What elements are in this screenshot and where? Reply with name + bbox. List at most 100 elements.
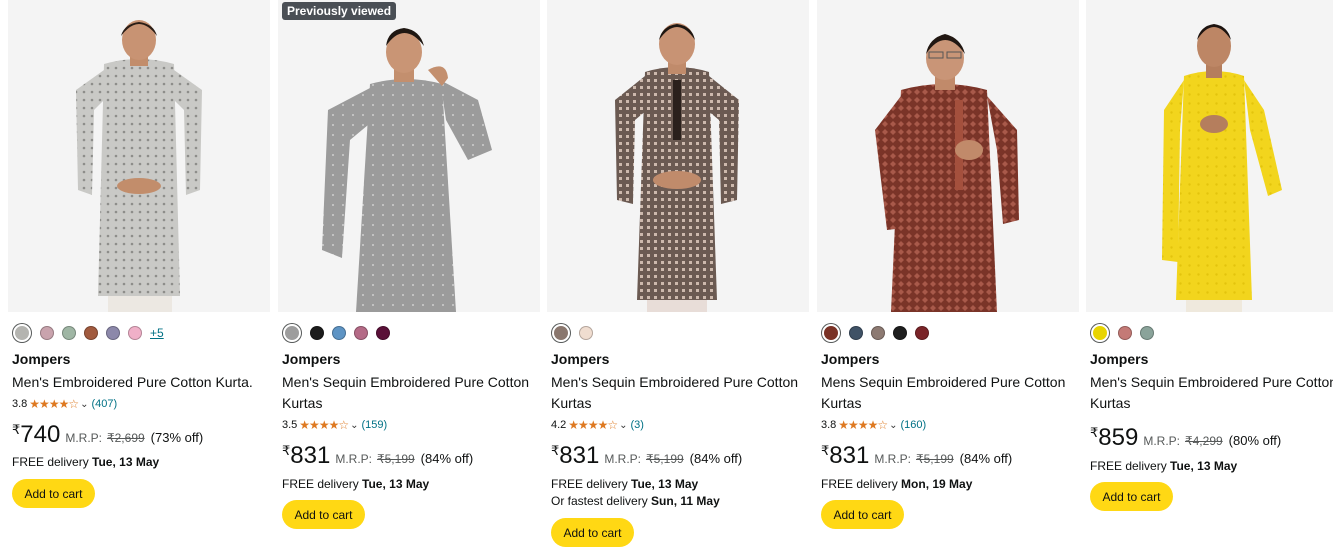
color-swatch[interactable]: [332, 326, 346, 340]
delivery-label: FREE delivery: [821, 477, 898, 491]
rating-count-link[interactable]: (160): [900, 419, 926, 431]
brand-name: Jompers: [551, 351, 610, 367]
rating-row: 3.8 ★★★★☆ ⌄ (407): [12, 397, 117, 411]
color-swatch[interactable]: [579, 326, 593, 340]
product-image-link[interactable]: [1086, 0, 1333, 312]
discount-text: (84% off): [959, 451, 1013, 466]
color-swatch[interactable]: [915, 326, 929, 340]
product-title[interactable]: Men's Embroidered Pure Cotton Kurta.: [12, 372, 262, 393]
currency-symbol: ₹: [821, 443, 830, 458]
product-title[interactable]: Men's Sequin Embroidered Pure Cotton Kur…: [1090, 372, 1333, 414]
color-swatch-selected[interactable]: [552, 324, 570, 342]
delivery-label: FREE delivery: [282, 477, 359, 491]
color-swatch[interactable]: [354, 326, 368, 340]
delivery-date: Tue, 13 May: [362, 477, 430, 491]
price-amount: 740: [20, 421, 61, 448]
price-row: ₹ 831 M.R.P: ₹5,199 (84% off): [551, 442, 742, 470]
product-card: Previously viewed Jompers Men's Sequin E…: [278, 0, 540, 536]
delivery-info: FREE delivery Tue, 13 May: [1090, 459, 1237, 473]
price-amount: 831: [829, 442, 870, 469]
brand-name: Jompers: [12, 351, 71, 367]
rating-row: 4.2 ★★★★☆ ⌄ (3): [551, 418, 644, 432]
add-to-cart-button[interactable]: Add to cart: [821, 500, 904, 529]
chevron-down-icon[interactable]: ⌄: [889, 420, 897, 431]
rating-count-link[interactable]: (3): [630, 419, 643, 431]
rust-sequin-kurta-model-icon: [875, 34, 1019, 312]
product-image-link[interactable]: [547, 0, 809, 312]
brand-name: Jompers: [282, 351, 341, 367]
delivery-date: Tue, 13 May: [631, 477, 699, 491]
rating-row: 3.8 ★★★★☆ ⌄ (160): [821, 418, 926, 432]
color-swatch[interactable]: [310, 326, 324, 340]
color-swatch[interactable]: [849, 326, 863, 340]
delivery-label: FREE delivery: [1090, 459, 1167, 473]
discount-text: (84% off): [420, 451, 474, 466]
add-to-cart-button[interactable]: Add to cart: [1090, 482, 1173, 511]
add-to-cart-button[interactable]: Add to cart: [282, 500, 365, 529]
mrp-label: M.R.P:: [1143, 434, 1180, 448]
color-swatches: +5: [12, 323, 164, 343]
color-swatch-selected[interactable]: [1091, 324, 1109, 342]
mrp-value: ₹2,699: [107, 431, 145, 445]
fastest-delivery-date: Sun, 11 May: [651, 494, 720, 508]
rating-value: 4.2: [551, 419, 567, 431]
color-swatch[interactable]: [893, 326, 907, 340]
star-rating-icon[interactable]: ★★★★☆: [568, 418, 618, 432]
fastest-delivery-info: Or fastest delivery Sun, 11 May: [551, 494, 720, 508]
mrp-label: M.R.P:: [874, 452, 911, 466]
rating-count-link[interactable]: (407): [91, 398, 117, 410]
chevron-down-icon[interactable]: ⌄: [80, 399, 88, 410]
add-to-cart-button[interactable]: Add to cart: [551, 518, 634, 547]
star-rating-icon[interactable]: ★★★★☆: [838, 418, 888, 432]
yellow-kurta-model-icon: [1162, 24, 1282, 312]
color-swatch-selected[interactable]: [822, 324, 840, 342]
product-title[interactable]: Mens Sequin Embroidered Pure Cotton Kurt…: [821, 372, 1071, 414]
price-row: ₹ 740 M.R.P: ₹2,699 (73% off): [12, 421, 203, 449]
delivery-info: FREE delivery Tue, 13 May: [282, 477, 429, 491]
color-swatches: [282, 323, 398, 343]
more-colors-link[interactable]: +5: [150, 326, 164, 340]
color-swatch[interactable]: [128, 326, 142, 340]
product-title[interactable]: Men's Sequin Embroidered Pure Cotton Kur…: [551, 372, 801, 414]
color-swatch[interactable]: [40, 326, 54, 340]
add-to-cart-button[interactable]: Add to cart: [12, 479, 95, 508]
delivery-info: FREE delivery Mon, 19 May: [821, 477, 972, 491]
color-swatch-selected[interactable]: [283, 324, 301, 342]
currency-symbol: ₹: [282, 443, 291, 458]
color-swatch[interactable]: [1140, 326, 1154, 340]
star-rating-icon[interactable]: ★★★★☆: [299, 418, 349, 432]
color-swatch[interactable]: [1118, 326, 1132, 340]
price-row: ₹ 831 M.R.P: ₹5,199 (84% off): [821, 442, 1012, 470]
discount-text: (73% off): [150, 430, 204, 445]
rating-count-link[interactable]: (159): [361, 419, 387, 431]
color-swatches: [551, 323, 601, 343]
delivery-label: FREE delivery: [551, 477, 628, 491]
mrp-label: M.R.P:: [604, 452, 641, 466]
rating-value: 3.5: [282, 419, 298, 431]
previously-viewed-badge: Previously viewed: [282, 2, 397, 20]
color-swatch[interactable]: [871, 326, 885, 340]
color-swatch[interactable]: [376, 326, 390, 340]
mrp-label: M.R.P:: [335, 452, 372, 466]
mrp-value: ₹5,199: [377, 452, 415, 466]
chevron-down-icon[interactable]: ⌄: [350, 420, 358, 431]
product-card: +5 Jompers Men's Embroidered Pure Cotton…: [8, 0, 270, 536]
product-image-link[interactable]: [817, 0, 1079, 312]
brand-name: Jompers: [1090, 351, 1149, 367]
color-swatch[interactable]: [84, 326, 98, 340]
delivery-info: FREE delivery Tue, 13 May: [551, 477, 698, 491]
color-swatch-selected[interactable]: [13, 324, 31, 342]
chevron-down-icon[interactable]: ⌄: [619, 420, 627, 431]
star-rating-icon[interactable]: ★★★★☆: [29, 397, 79, 411]
mrp-value: ₹4,299: [1185, 434, 1223, 448]
delivery-info: FREE delivery Tue, 13 May: [12, 455, 159, 469]
grey-sequin-kurta-model-icon: [322, 28, 492, 312]
price-row: ₹ 831 M.R.P: ₹5,199 (84% off): [282, 442, 473, 470]
product-image-link[interactable]: [8, 0, 270, 312]
color-swatch[interactable]: [106, 326, 120, 340]
product-image-link[interactable]: Previously viewed: [278, 0, 540, 312]
product-title[interactable]: Men's Sequin Embroidered Pure Cotton Kur…: [282, 372, 532, 414]
brown-sequin-kurta-model-icon: [615, 23, 739, 312]
color-swatch[interactable]: [62, 326, 76, 340]
currency-symbol: ₹: [551, 443, 560, 458]
